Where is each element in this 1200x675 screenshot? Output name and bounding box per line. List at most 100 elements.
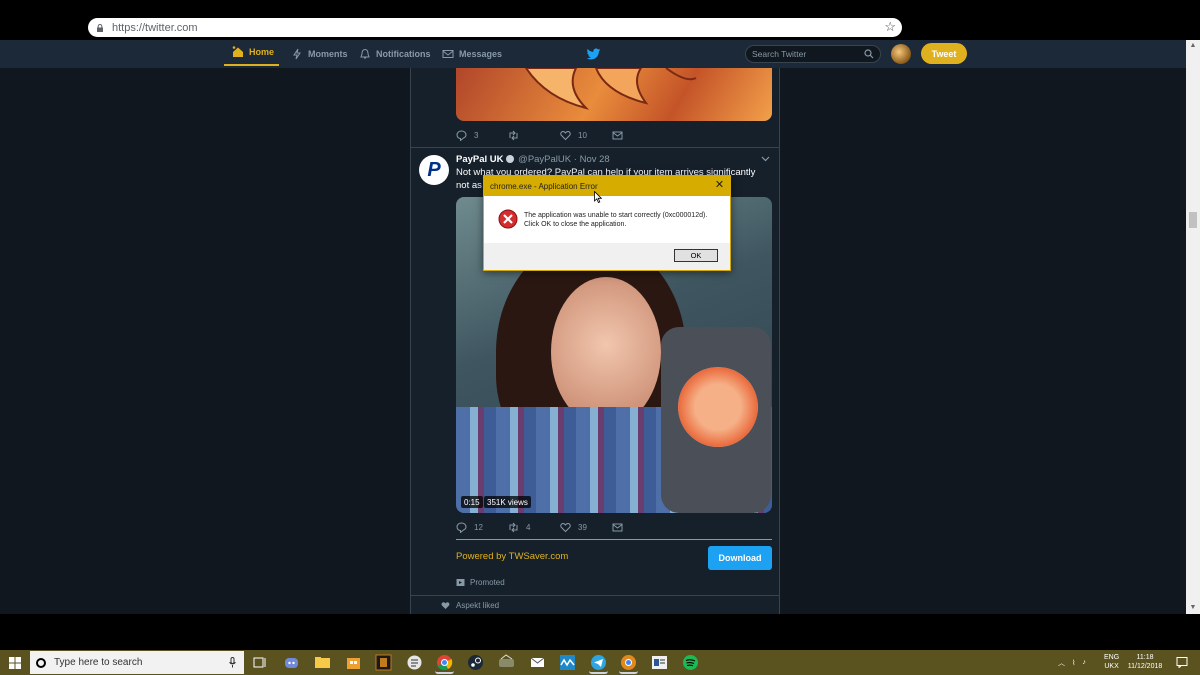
scroll-up-arrow-icon[interactable]: ▲ xyxy=(1186,40,1200,52)
download-button[interactable]: Download xyxy=(708,546,772,570)
reply-icon xyxy=(456,130,467,141)
tweet-author-name[interactable]: PayPal UK xyxy=(456,154,504,165)
video-frame-sticker xyxy=(678,367,758,447)
tweet-actions: 12 4 39 xyxy=(456,522,664,533)
heart-icon xyxy=(441,602,450,609)
address-bar[interactable]: https://twitter.com ☆ xyxy=(88,18,902,37)
chevron-down-icon[interactable] xyxy=(761,154,770,163)
dialog-title: chrome.exe - Application Error xyxy=(490,181,598,191)
windows-start-icon[interactable] xyxy=(9,657,21,669)
chrome-canary-icon[interactable] xyxy=(619,653,638,674)
taskbar-search-input[interactable]: Type here to search xyxy=(30,651,244,674)
close-icon[interactable]: ✕ xyxy=(714,180,725,191)
retweet-icon xyxy=(509,522,518,533)
scroll-thumb[interactable] xyxy=(1189,212,1197,228)
dialog-message: The application was unable to start corr… xyxy=(524,211,724,229)
search-icon[interactable] xyxy=(864,49,874,59)
app-icon-wave[interactable] xyxy=(558,653,577,672)
ad-divider xyxy=(456,539,772,540)
ok-button[interactable]: OK xyxy=(674,249,718,262)
page-scrollbar[interactable]: ▲ ▼ xyxy=(1186,40,1200,614)
system-tray: ︿ ⌇ ♪ xyxy=(1058,650,1086,675)
reply-action[interactable]: 3 xyxy=(456,130,508,141)
telegram-icon[interactable] xyxy=(589,653,608,674)
nav-moments[interactable]: Moments xyxy=(291,40,348,68)
url-text: https://twitter.com xyxy=(112,21,198,34)
powered-by-link[interactable]: Powered by TWSaver.com xyxy=(456,551,568,562)
notifications-icon[interactable] xyxy=(1176,656,1188,668)
clock-time: 11:18 xyxy=(1136,654,1154,661)
leaf-artwork xyxy=(524,68,697,110)
network-icon[interactable]: ⌇ xyxy=(1072,659,1075,667)
search-input[interactable]: Search Twitter xyxy=(745,45,881,63)
bell-icon xyxy=(360,48,370,59)
retweet-action[interactable] xyxy=(508,130,560,141)
lock-icon xyxy=(97,23,103,32)
task-view-icon[interactable] xyxy=(250,653,269,672)
dm-action[interactable] xyxy=(612,522,664,533)
input-language[interactable]: ENG UKX xyxy=(1104,653,1119,671)
twitter-bird-icon[interactable] xyxy=(586,48,601,61)
tweet-button[interactable]: Tweet xyxy=(921,43,967,64)
tweet-author-handle[interactable]: @PayPalUK xyxy=(518,154,571,165)
retweet-icon xyxy=(509,130,518,141)
search-placeholder: Search Twitter xyxy=(752,49,807,59)
tweet-header: PayPal UK @PayPalUK · Nov 28 xyxy=(456,154,610,165)
mail-icon[interactable] xyxy=(528,653,547,672)
spotify-icon[interactable] xyxy=(681,653,700,672)
scroll-down-arrow-icon[interactable]: ▼ xyxy=(1186,602,1200,614)
like-action[interactable]: 39 xyxy=(560,522,612,533)
heart-icon xyxy=(560,130,571,141)
nav-notifications[interactable]: Notifications xyxy=(359,40,431,68)
mouse-cursor-icon xyxy=(594,191,602,203)
app-icon-circle[interactable] xyxy=(405,653,424,672)
dialog-title-bar[interactable]: chrome.exe - Application Error xyxy=(484,176,730,196)
browser-toolbar: https://twitter.com ☆ xyxy=(0,0,1200,40)
video-frame-face xyxy=(551,277,661,427)
windows-taskbar: Type here to search ︿ ⌇ ♪ ENG UKX 11:18 … xyxy=(0,650,1200,675)
error-icon xyxy=(498,209,518,229)
game-icon[interactable] xyxy=(497,653,516,672)
reply-action[interactable]: 12 xyxy=(456,522,508,533)
tweet-separator: · xyxy=(573,154,577,165)
envelope-icon xyxy=(612,523,623,532)
twitter-nav-bar: Home Moments Notifications Messages Sear… xyxy=(0,40,1186,68)
nav-home[interactable]: Home xyxy=(224,40,279,66)
profile-avatar[interactable] xyxy=(891,44,911,64)
nav-moments-label: Moments xyxy=(308,49,348,59)
verified-badge-icon xyxy=(505,155,514,164)
video-views: 351K views xyxy=(484,496,531,508)
like-action[interactable]: 10 xyxy=(560,130,612,141)
store-icon[interactable] xyxy=(344,653,363,672)
nav-messages-label: Messages xyxy=(459,49,503,59)
microphone-icon[interactable] xyxy=(229,657,236,668)
twitter-page: 3 10 P PayPal UK @PayPalUK · Nov 28 Not … xyxy=(0,68,1186,614)
paypal-avatar[interactable]: P xyxy=(419,155,449,185)
chrome-icon[interactable] xyxy=(435,653,454,674)
steam-icon[interactable] xyxy=(466,653,485,672)
envelope-icon xyxy=(442,50,454,58)
nav-messages[interactable]: Messages xyxy=(442,40,502,68)
bookmark-star-icon[interactable]: ☆ xyxy=(884,19,896,35)
discord-icon[interactable] xyxy=(282,653,301,672)
liked-text[interactable]: Aspekt liked xyxy=(456,601,499,610)
previous-tweet-image[interactable] xyxy=(456,68,772,121)
promoted-text: Promoted xyxy=(470,578,505,587)
reply-icon xyxy=(456,522,467,533)
file-explorer-icon[interactable] xyxy=(313,653,332,672)
like-count: 39 xyxy=(578,523,587,532)
lightning-icon xyxy=(293,48,301,60)
clock-date: 11/12/2018 xyxy=(1127,663,1163,670)
tweet-date[interactable]: Nov 28 xyxy=(580,154,610,165)
app-icon-game[interactable] xyxy=(374,653,393,672)
previous-tweet-actions: 3 10 xyxy=(456,130,664,141)
promoted-icon xyxy=(456,579,465,586)
tweet-divider xyxy=(411,595,779,596)
chevron-up-icon[interactable]: ︿ xyxy=(1058,658,1065,668)
volume-icon[interactable]: ♪ xyxy=(1082,659,1086,666)
dm-action[interactable] xyxy=(612,130,664,141)
app-icon-window[interactable] xyxy=(650,653,669,672)
retweet-action[interactable]: 4 xyxy=(508,522,560,533)
liked-context: Aspekt liked xyxy=(441,601,499,610)
clock[interactable]: 11:18 11/12/2018 xyxy=(1124,653,1166,671)
